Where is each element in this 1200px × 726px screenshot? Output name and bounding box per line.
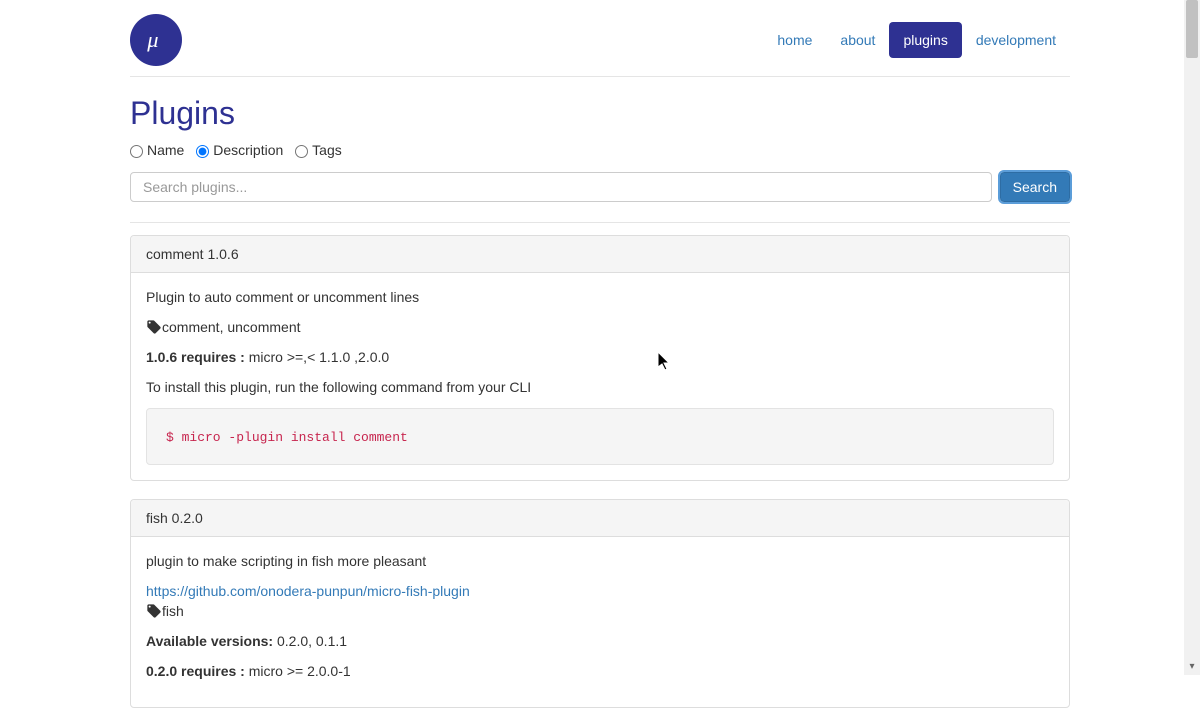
nav-development[interactable]: development — [962, 22, 1070, 58]
radio-tags-text: Tags — [312, 142, 342, 158]
plugin-title: comment 1.0.6 — [131, 236, 1069, 273]
plugin-tags: fish — [162, 603, 184, 619]
radio-tags-label[interactable]: Tags — [295, 142, 342, 158]
radio-tags[interactable] — [295, 145, 308, 158]
plugin-title: fish 0.2.0 — [131, 500, 1069, 537]
plugin-requires: 0.2.0 requires : micro >= 2.0.0-1 — [146, 662, 1054, 682]
requires-label: 1.0.6 requires : — [146, 349, 245, 365]
plugin-description: Plugin to auto comment or uncomment line… — [146, 288, 1054, 308]
radio-description-label[interactable]: Description — [196, 142, 283, 158]
search-row: Search — [130, 172, 1070, 223]
available-value: 0.2.0, 0.1.1 — [273, 633, 347, 649]
tags-icon — [146, 602, 162, 622]
scroll-down-icon[interactable]: ▾ — [1184, 659, 1200, 675]
scrollbar-thumb[interactable] — [1186, 0, 1198, 58]
requires-label: 0.2.0 requires : — [146, 663, 245, 679]
plugin-tags: comment, uncomment — [162, 319, 301, 335]
plugin-panel: fish 0.2.0 plugin to make scripting in f… — [130, 499, 1070, 708]
nav-about[interactable]: about — [826, 22, 889, 58]
plugin-link-row: https://github.com/onodera-punpun/micro-… — [146, 582, 1054, 602]
requires-value: micro >=,< 1.1.0 ,2.0.0 — [245, 349, 389, 365]
page-title: Plugins — [130, 95, 1070, 132]
logo[interactable]: μ — [130, 14, 182, 66]
radio-description-text: Description — [213, 142, 283, 158]
radio-description[interactable] — [196, 145, 209, 158]
nav-home[interactable]: home — [763, 22, 826, 58]
radio-name-label[interactable]: Name — [130, 142, 184, 158]
search-input[interactable] — [130, 172, 992, 202]
tags-icon — [146, 318, 162, 338]
search-options: Name Description Tags — [130, 142, 1070, 158]
radio-name-text: Name — [147, 142, 184, 158]
svg-text:μ: μ — [146, 27, 158, 52]
nav-plugins[interactable]: plugins — [889, 22, 961, 58]
plugin-requires: 1.0.6 requires : micro >=,< 1.1.0 ,2.0.0 — [146, 348, 1054, 368]
nav-links: home about plugins development — [763, 22, 1070, 58]
plugin-tags-row: comment, uncomment — [146, 318, 1054, 338]
search-button[interactable]: Search — [1000, 172, 1070, 202]
plugin-tags-row: fish — [146, 602, 1054, 622]
plugin-body: plugin to make scripting in fish more pl… — [131, 537, 1069, 707]
install-command: $ micro -plugin install comment — [166, 430, 408, 445]
plugin-available: Available versions: 0.2.0, 0.1.1 — [146, 632, 1054, 652]
mu-icon: μ — [140, 24, 172, 56]
navbar: μ home about plugins development — [130, 0, 1070, 77]
plugin-body: Plugin to auto comment or uncomment line… — [131, 273, 1069, 480]
requires-value: micro >= 2.0.0-1 — [245, 663, 351, 679]
plugin-description: plugin to make scripting in fish more pl… — [146, 552, 1054, 572]
plugin-link[interactable]: https://github.com/onodera-punpun/micro-… — [146, 583, 470, 599]
scrollbar[interactable]: ▴ ▾ — [1184, 0, 1200, 675]
plugin-panel: comment 1.0.6 Plugin to auto comment or … — [130, 235, 1070, 481]
plugin-install-text: To install this plugin, run the followin… — [146, 378, 1054, 398]
radio-name[interactable] — [130, 145, 143, 158]
available-label: Available versions: — [146, 633, 273, 649]
install-command-block: $ micro -plugin install comment — [146, 408, 1054, 465]
